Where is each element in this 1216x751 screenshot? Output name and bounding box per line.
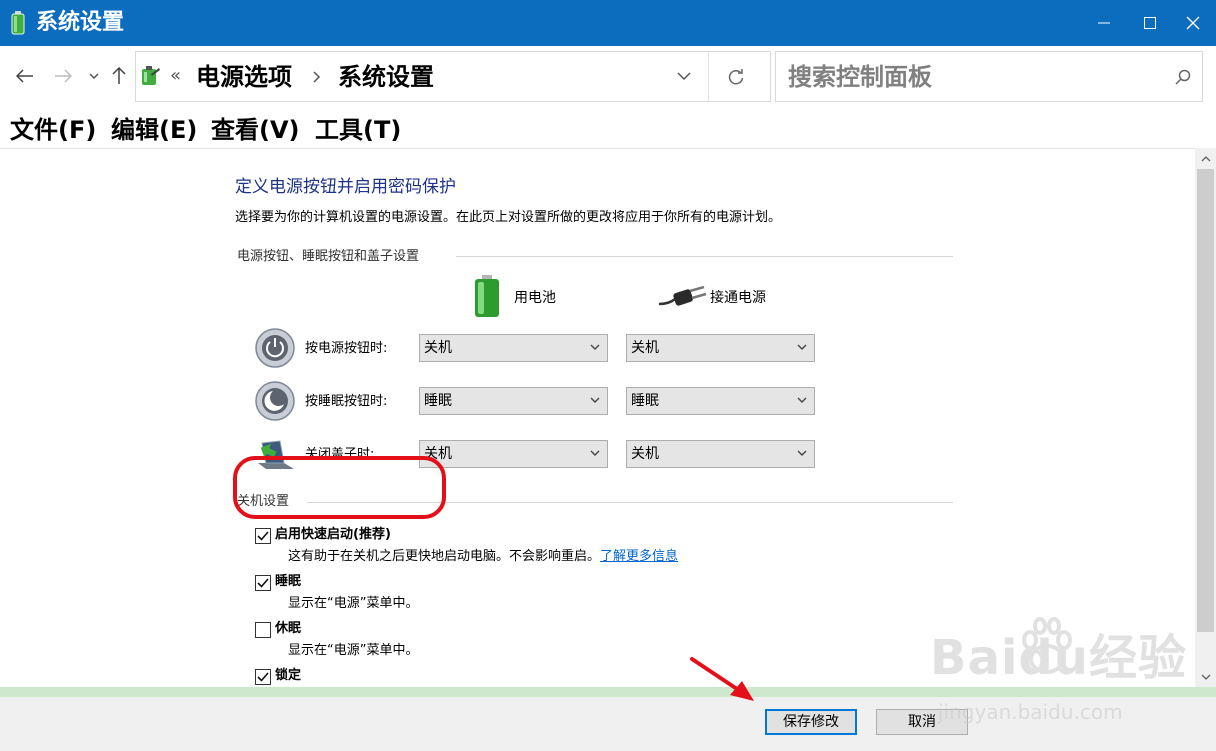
- power-button-icon: [255, 328, 295, 368]
- plugged-column-header: 接通电源: [710, 290, 766, 306]
- scroll-thumb[interactable]: [1197, 169, 1214, 632]
- chevron-down-icon: [89, 72, 99, 79]
- chevron-down-icon: [590, 397, 600, 403]
- chevron-down-icon: [797, 397, 807, 403]
- battery-icon: [475, 275, 499, 317]
- chevron-down-icon: [590, 450, 600, 456]
- search-input[interactable]: 搜索控制面板: [788, 62, 932, 92]
- learn-more-link[interactable]: 了解更多信息: [600, 549, 678, 564]
- minimize-button[interactable]: [1081, 0, 1127, 46]
- address-overflow[interactable]: «: [170, 65, 181, 86]
- sleep-button-battery-select[interactable]: 睡眠: [419, 387, 608, 415]
- sleep-option-description: 显示在“电源”菜单中。: [288, 596, 419, 608]
- select-value: 关机: [631, 340, 659, 356]
- sleep-checkbox[interactable]: [255, 575, 271, 591]
- settings-content: 定义电源按钮并启用密码保护 选择要为你的计算机设置的电源设置。在此页上对设置所做…: [0, 148, 1195, 687]
- menu-tools[interactable]: 工具(T): [315, 115, 401, 145]
- menu-view[interactable]: 查看(V): [211, 115, 300, 145]
- hibernate-option-description: 显示在“电源”菜单中。: [288, 643, 419, 658]
- buttons-section-label: 电源按钮、睡眠按钮和盖子设置: [237, 249, 420, 264]
- watermark-url: jingyan.baidu.com: [938, 700, 1123, 724]
- up-arrow-icon: [112, 67, 126, 84]
- menu-bar: 文件(F) 编辑(E) 查看(V) 工具(T): [0, 110, 1216, 148]
- lid-close-battery-select[interactable]: 关机: [419, 440, 608, 468]
- menu-file[interactable]: 文件(F): [10, 115, 96, 145]
- sleep-button-icon: [255, 381, 295, 421]
- chevron-down-icon: [797, 450, 807, 456]
- address-row: « 电源选项 系统设置 搜索控制面板: [0, 46, 1216, 110]
- hibernate-checkbox[interactable]: [255, 622, 271, 638]
- chevron-down-icon: [797, 344, 807, 350]
- sleep-option-label[interactable]: 睡眠: [275, 573, 301, 591]
- search-box[interactable]: 搜索控制面板: [775, 51, 1203, 102]
- highlight-annotation: [233, 456, 446, 519]
- maximize-icon: [1144, 17, 1156, 29]
- breadcrumb-chevron-icon: [313, 71, 321, 83]
- chevron-up-icon: [1201, 155, 1210, 161]
- maximize-button[interactable]: [1127, 0, 1173, 46]
- title-bar: 系统设置: [0, 0, 1216, 46]
- window-title: 系统设置: [36, 10, 125, 35]
- forward-button[interactable]: [51, 64, 75, 88]
- select-value: 关机: [424, 340, 452, 356]
- close-icon: [1186, 16, 1200, 30]
- red-arrow-annotation: [690, 657, 754, 701]
- fast-startup-description: 这有助于在关机之后更快地启动电脑。不会影响重启。了解更多信息: [288, 549, 679, 564]
- page-heading: 定义电源按钮并启用密码保护: [235, 177, 456, 197]
- refresh-button[interactable]: [722, 64, 750, 90]
- lock-option-label[interactable]: 锁定: [275, 667, 301, 685]
- select-value: 睡眠: [631, 393, 659, 409]
- select-value: 关机: [631, 446, 659, 462]
- back-arrow-icon: [16, 69, 33, 83]
- battery-app-icon: [11, 11, 25, 35]
- fast-startup-label[interactable]: 启用快速启动(推荐): [275, 526, 391, 544]
- breadcrumb-system-settings[interactable]: 系统设置: [338, 62, 434, 92]
- checkmark-icon: [257, 531, 269, 541]
- menu-edit[interactable]: 编辑(E): [111, 115, 197, 145]
- vertical-scrollbar[interactable]: [1195, 148, 1216, 687]
- select-value: 睡眠: [424, 393, 452, 409]
- page-description: 选择要为你的计算机设置的电源设置。在此页上对设置所做的更改将应用于你所有的电源计…: [235, 210, 782, 225]
- power-button-label: 按电源按钮时:: [305, 341, 388, 356]
- breadcrumb-power-options[interactable]: 电源选项: [196, 62, 292, 92]
- minimize-icon: [1098, 22, 1110, 24]
- forward-arrow-icon: [55, 69, 72, 83]
- address-separator: [708, 52, 709, 101]
- battery-column-header: 用电池: [514, 290, 556, 306]
- power-plug-icon: [659, 286, 707, 306]
- baidu-watermark: Baidu经验 jingyan.baidu.com: [930, 617, 1200, 745]
- up-button[interactable]: [107, 64, 131, 88]
- lid-close-plugged-select[interactable]: 关机: [626, 440, 815, 468]
- close-button[interactable]: [1170, 0, 1216, 46]
- chevron-down-icon: [677, 72, 691, 81]
- checkmark-icon: [257, 672, 269, 682]
- hibernate-option-label[interactable]: 休眠: [275, 620, 301, 638]
- recent-locations-button[interactable]: [82, 64, 106, 88]
- search-icon: [1175, 69, 1191, 85]
- power-button-battery-select[interactable]: 关机: [419, 334, 608, 362]
- watermark-brand: Baidu经验: [930, 630, 1187, 686]
- checkmark-icon: [257, 578, 269, 588]
- lock-checkbox[interactable]: [255, 669, 271, 685]
- sleep-button-plugged-select[interactable]: 睡眠: [626, 387, 815, 415]
- chevron-down-icon: [590, 344, 600, 350]
- sleep-button-label: 按睡眠按钮时:: [305, 394, 388, 409]
- control-panel-icon: [142, 66, 160, 85]
- chevron-down-icon: [1201, 674, 1210, 680]
- power-button-plugged-select[interactable]: 关机: [626, 334, 815, 362]
- fast-startup-checkbox[interactable]: [255, 528, 271, 544]
- scroll-up-button[interactable]: [1195, 148, 1216, 169]
- back-button[interactable]: [13, 64, 37, 88]
- section-divider: [456, 256, 953, 257]
- save-changes-button[interactable]: 保存修改: [765, 709, 857, 735]
- address-dropdown-button[interactable]: [672, 64, 696, 88]
- refresh-icon: [728, 69, 744, 85]
- address-bar[interactable]: « 电源选项 系统设置: [135, 51, 771, 102]
